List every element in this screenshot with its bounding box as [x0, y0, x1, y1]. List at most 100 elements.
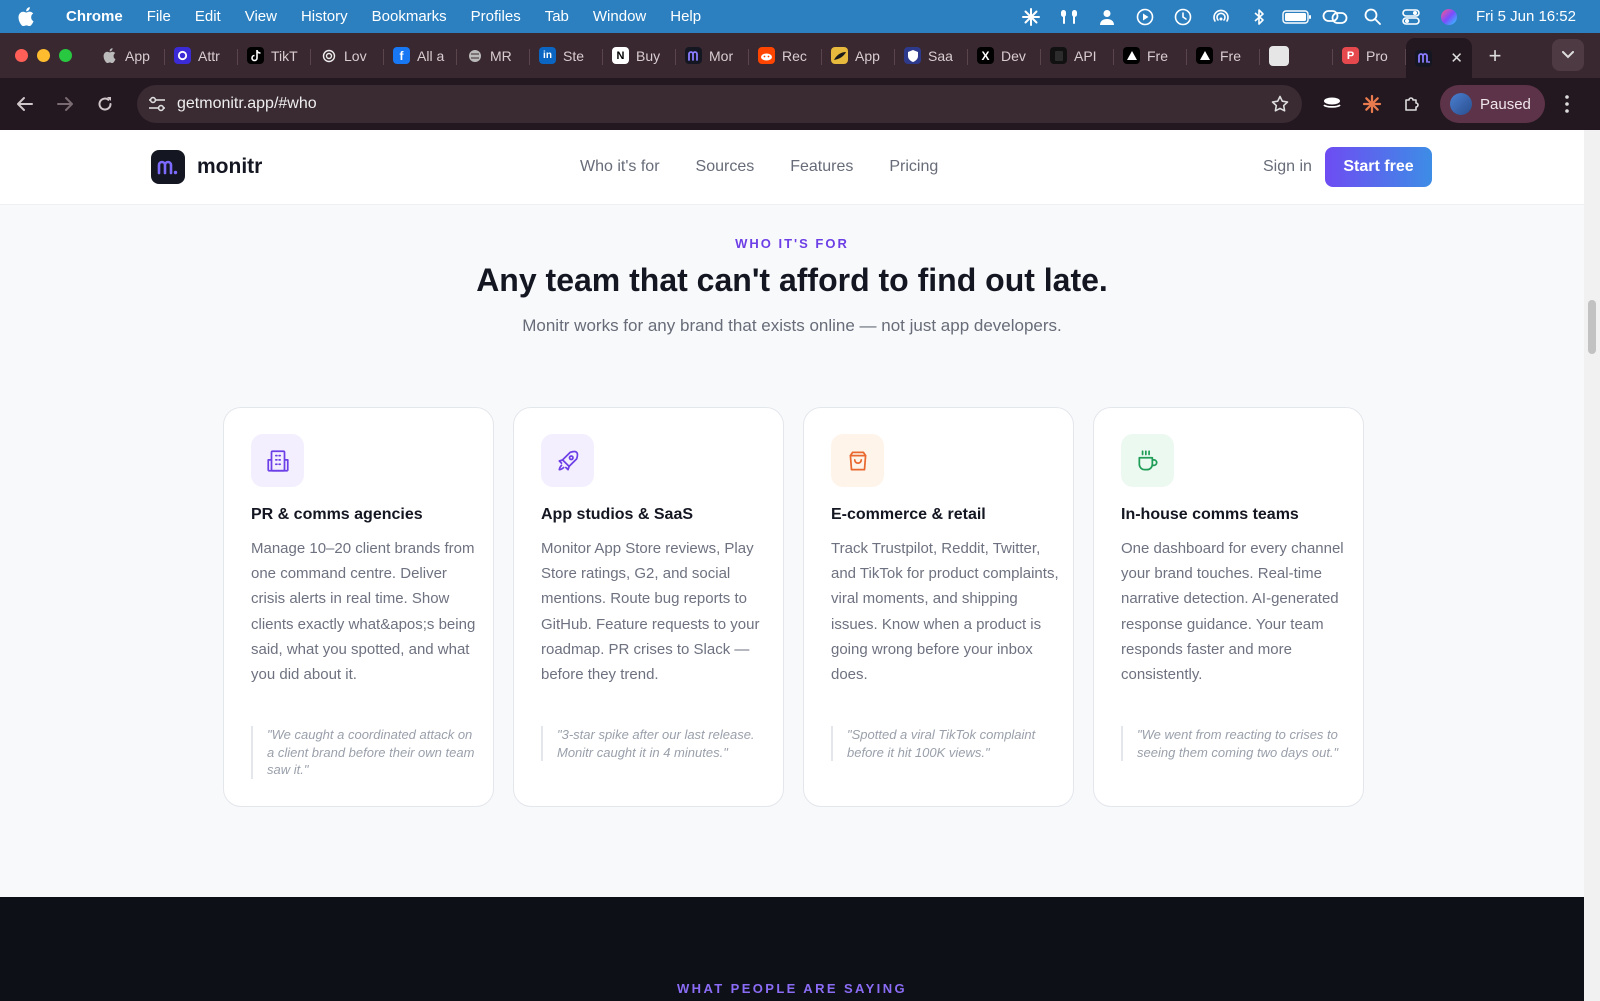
menu-clock[interactable]: Fri 5 Jun 16:52: [1476, 8, 1576, 25]
section-title: Any team that can't afford to find out l…: [476, 262, 1108, 298]
maximize-window-button[interactable]: [59, 49, 72, 62]
siri-icon[interactable]: [1430, 8, 1468, 26]
card-inhouse-comms: In-house comms teams One dashboard for e…: [1093, 407, 1364, 807]
minimize-window-button[interactable]: [37, 49, 50, 62]
menu-profiles[interactable]: Profiles: [459, 8, 533, 25]
extensions-puzzle-icon[interactable]: [1392, 95, 1432, 113]
nav-link-pricing[interactable]: Pricing: [889, 158, 938, 176]
menu-tab[interactable]: Tab: [533, 8, 581, 25]
menu-help[interactable]: Help: [658, 8, 713, 25]
menu-edit[interactable]: Edit: [183, 8, 233, 25]
document-icon: [1050, 47, 1067, 64]
browser-tab[interactable]: X Dev: [968, 39, 1041, 73]
play-circle-icon[interactable]: [1126, 8, 1164, 26]
tab-title: App: [855, 47, 880, 64]
menu-history[interactable]: History: [289, 8, 360, 25]
tab-search-chevron-icon[interactable]: [1552, 39, 1584, 71]
card-title: E-commerce & retail: [831, 506, 986, 523]
menu-app-name[interactable]: Chrome: [44, 8, 135, 25]
card-title: In-house comms teams: [1121, 506, 1299, 523]
blank-page-icon: [1269, 45, 1289, 66]
apple-icon: [101, 47, 118, 64]
card-title: App studios & SaaS: [541, 506, 694, 523]
browser-menu-kebab-icon[interactable]: [1545, 95, 1589, 113]
forward-button[interactable]: [45, 96, 85, 112]
page-scrollbar[interactable]: [1584, 130, 1600, 1001]
control-center-icon[interactable]: [1392, 8, 1430, 25]
browser-tab[interactable]: P Pro: [1333, 39, 1406, 73]
card-pr-agencies: PR & comms agencies Manage 10–20 client …: [223, 407, 494, 807]
nav-link-sources[interactable]: Sources: [696, 158, 755, 176]
back-button[interactable]: [5, 96, 45, 112]
close-window-button[interactable]: [15, 49, 28, 62]
wing-icon: [831, 47, 848, 64]
earbuds-icon[interactable]: [1050, 8, 1088, 26]
card-quote: "3-star spike after our last release. Mo…: [541, 726, 769, 762]
menu-window[interactable]: Window: [581, 8, 658, 25]
site-info-icon[interactable]: [137, 96, 177, 112]
window-controls: [15, 49, 72, 62]
airdrop-icon[interactable]: [1202, 8, 1240, 26]
bluetooth-icon[interactable]: [1240, 8, 1278, 26]
time-machine-icon[interactable]: [1164, 8, 1202, 26]
menu-file[interactable]: File: [135, 8, 183, 25]
browser-tab[interactable]: TikT: [238, 39, 311, 73]
browser-tab[interactable]: Fre: [1187, 39, 1260, 73]
browser-tab[interactable]: Saa: [895, 39, 968, 73]
bookmark-star-icon[interactable]: [1258, 95, 1302, 113]
search-icon[interactable]: [1354, 8, 1392, 25]
tab-title: Saa: [928, 47, 953, 64]
apple-icon[interactable]: [18, 7, 44, 26]
active-tab[interactable]: ✕: [1406, 38, 1472, 78]
browser-tab[interactable]: Fre: [1114, 39, 1187, 73]
profile-status: Paused: [1480, 95, 1531, 113]
browser-toolbar: getmonitr.app/#who Paused: [0, 78, 1600, 130]
profile-button[interactable]: Paused: [1440, 85, 1545, 123]
user-icon[interactable]: [1088, 8, 1126, 26]
browser-tab[interactable]: N Buy: [603, 39, 676, 73]
sparkle-icon[interactable]: [1012, 7, 1050, 27]
browser-tab[interactable]: in Ste: [530, 39, 603, 73]
browser-tab[interactable]: [1260, 39, 1333, 73]
browser-tab[interactable]: MR: [457, 39, 530, 73]
browser-tab[interactable]: f All a: [384, 39, 457, 73]
card-body: Manage 10–20 client brands from one comm…: [251, 540, 476, 684]
url-text[interactable]: getmonitr.app/#who: [177, 95, 1258, 113]
address-bar[interactable]: getmonitr.app/#who: [137, 85, 1302, 123]
browser-tab[interactable]: Attr: [165, 39, 238, 73]
macos-menu-bar: Chrome File Edit View History Bookmarks …: [0, 0, 1600, 33]
tab-title: MR: [490, 47, 512, 64]
section-subtitle: Monitr works for any brand that exists o…: [522, 316, 1062, 335]
avatar: [1450, 93, 1472, 115]
browser-tab[interactable]: Rec: [749, 39, 822, 73]
browser-tab[interactable]: Lov: [311, 39, 384, 73]
nav-link-features[interactable]: Features: [790, 158, 853, 176]
tab-title: Mor: [709, 47, 734, 64]
tab-title: App: [125, 47, 150, 64]
tab-title: API: [1074, 47, 1097, 64]
nav-link-who-its-for[interactable]: Who it's for: [580, 158, 660, 176]
scrollbar-thumb[interactable]: [1588, 300, 1596, 354]
start-free-button[interactable]: Start free: [1325, 147, 1432, 187]
tiktok-icon: [247, 47, 264, 64]
reload-button[interactable]: [85, 96, 125, 112]
browser-tab[interactable]: App: [92, 39, 165, 73]
shield-icon: [904, 47, 921, 64]
browser-tab[interactable]: API: [1041, 39, 1114, 73]
close-tab-icon[interactable]: ✕: [1450, 49, 1463, 67]
menu-bookmarks[interactable]: Bookmarks: [360, 8, 459, 25]
tab-list: App Attr TikT Lov f All a MR in Ste N Buy Mor Rec App…: [92, 33, 1406, 78]
browser-tab[interactable]: App: [822, 39, 895, 73]
claude-extension-icon[interactable]: [1352, 94, 1392, 114]
menu-view[interactable]: View: [233, 8, 289, 25]
site-logo[interactable]: monitr: [151, 150, 262, 184]
tab-title: Attr: [198, 47, 220, 64]
extension-stack-icon[interactable]: [1312, 96, 1352, 112]
screen-mirroring-icon[interactable]: [1316, 8, 1354, 26]
card-quote: "Spotted a viral TikTok complaint before…: [831, 726, 1059, 762]
sign-in-link[interactable]: Sign in: [1263, 158, 1312, 176]
browser-tab[interactable]: Mor: [676, 39, 749, 73]
battery-icon: [1278, 9, 1316, 25]
shopping-bag-icon: [831, 434, 884, 487]
new-tab-button[interactable]: +: [1478, 43, 1512, 69]
